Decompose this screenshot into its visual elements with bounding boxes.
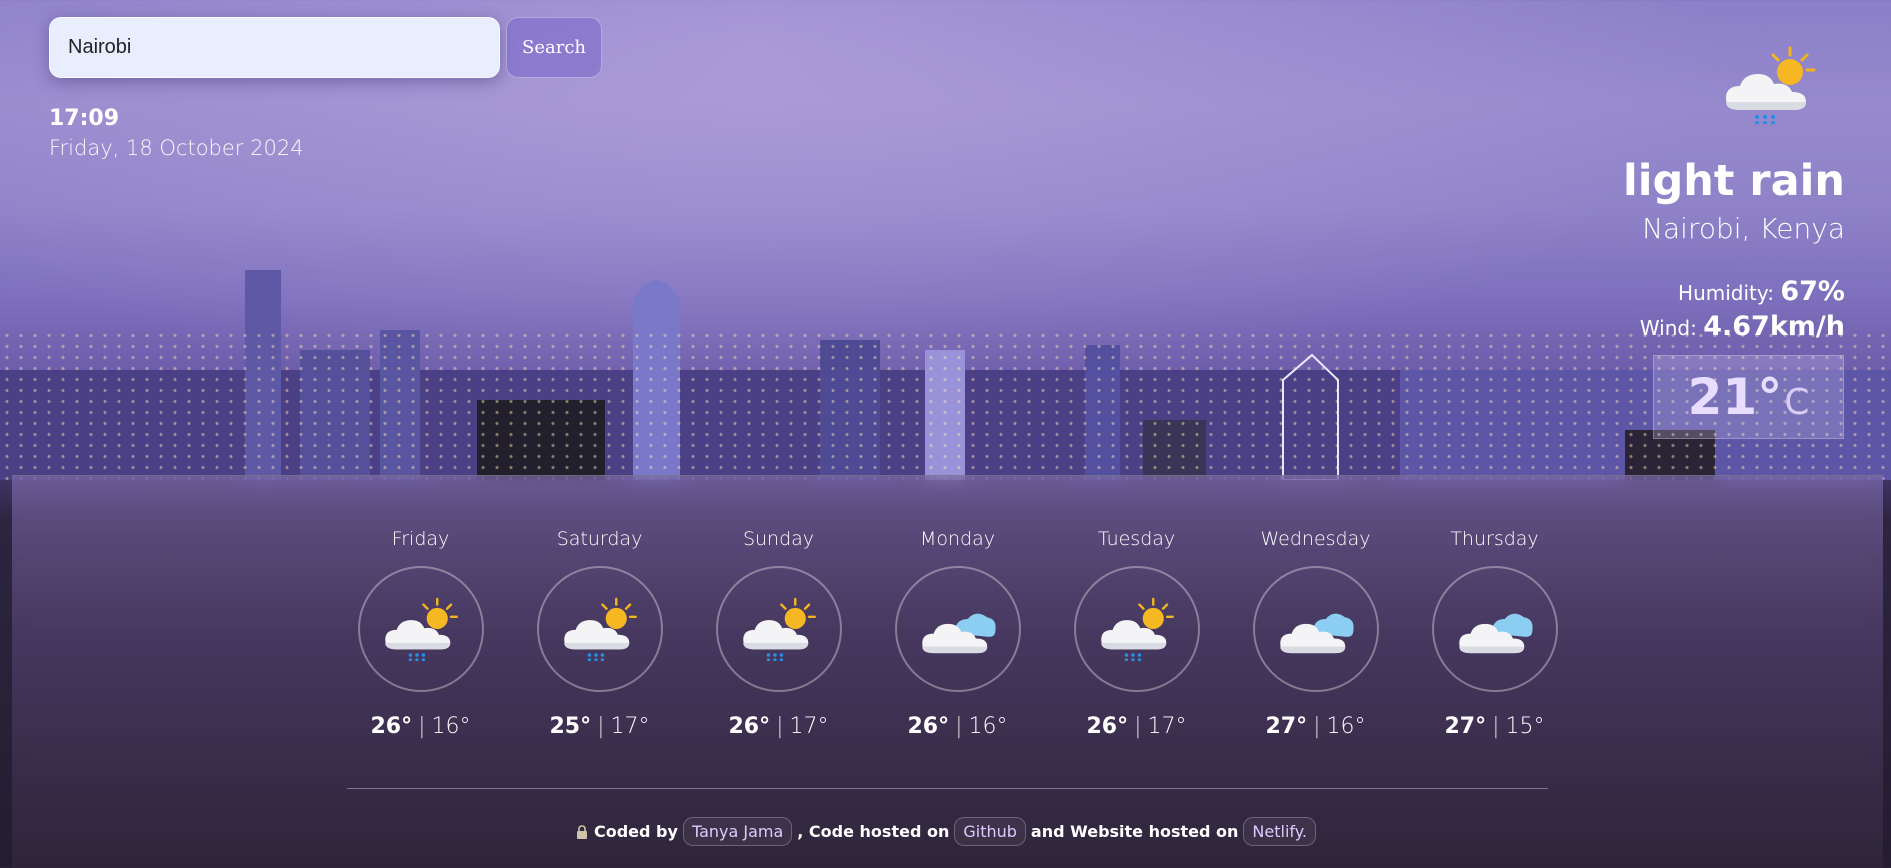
- wind-readout: Wind: 4.67km/h: [1640, 311, 1845, 342]
- light-rain-icon: [1726, 46, 1816, 124]
- light-rain-icon: [357, 566, 484, 692]
- current-time: 17:09: [49, 106, 120, 131]
- forecast-high: 26°: [907, 714, 950, 739]
- forecast-separator: |: [1134, 714, 1142, 739]
- forecast-separator: |: [1492, 714, 1500, 739]
- forecast-separator: |: [597, 714, 605, 739]
- forecast-high: 26°: [728, 714, 771, 739]
- humidity-label: Humidity:: [1678, 281, 1774, 305]
- forecast-separator: |: [1313, 714, 1321, 739]
- forecast-list: Friday 26° | 16° Saturday 25° | 17° Sunday 26° | 17…: [331, 528, 1584, 739]
- city-search-input[interactable]: [49, 17, 500, 78]
- author-link[interactable]: Tanya Jama: [682, 817, 793, 846]
- coded-by-text: Coded by: [593, 822, 678, 841]
- forecast-high: 27°: [1444, 714, 1487, 739]
- forecast-day-name: Tuesday: [1097, 528, 1176, 550]
- code-hosted-text: , Code hosted on: [797, 822, 950, 841]
- search-button[interactable]: Search: [506, 17, 602, 78]
- forecast-day: Wednesday 27° | 16°: [1226, 528, 1405, 739]
- forecast-day: Friday 26° | 16°: [331, 528, 510, 739]
- forecast-day: Thursday 27° | 15°: [1405, 528, 1584, 739]
- city-lights-background: [0, 330, 1891, 480]
- humidity-value: 67%: [1780, 276, 1845, 307]
- search-bar: Search: [49, 17, 602, 78]
- forecast-separator: |: [776, 714, 784, 739]
- forecast-high: 27°: [1265, 714, 1308, 739]
- forecast-high: 25°: [549, 714, 592, 739]
- forecast-day-name: Saturday: [556, 528, 643, 550]
- forecast-temperatures: 26° | 16°: [907, 714, 1007, 739]
- forecast-low: 17°: [1147, 714, 1187, 739]
- location-name: Nairobi, Kenya: [1642, 212, 1845, 245]
- forecast-high: 26°: [370, 714, 413, 739]
- forecast-separator: |: [418, 714, 426, 739]
- light-rain-icon: [536, 566, 663, 692]
- forecast-low: 17°: [610, 714, 650, 739]
- forecast-high: 26°: [1086, 714, 1129, 739]
- temperature-unit: C: [1784, 381, 1810, 423]
- forecast-low: 16°: [968, 714, 1008, 739]
- forecast-temperatures: 26° | 17°: [728, 714, 828, 739]
- humidity-readout: Humidity: 67%: [1678, 276, 1845, 307]
- forecast-day-name: Sunday: [742, 528, 815, 550]
- website-hosted-text: and Website hosted on: [1030, 822, 1239, 841]
- forecast-low: 16°: [431, 714, 471, 739]
- cloud-icon: [1252, 566, 1379, 692]
- lock-icon: [576, 824, 587, 839]
- forecast-day-name: Monday: [919, 528, 995, 550]
- forecast-low: 15°: [1505, 714, 1545, 739]
- forecast-day-name: Friday: [391, 528, 450, 550]
- forecast-temperatures: 26° | 16°: [370, 714, 470, 739]
- forecast-separator: |: [955, 714, 963, 739]
- wind-value: 4.67km/h: [1703, 311, 1845, 342]
- light-rain-icon: [1073, 566, 1200, 692]
- footer-divider: [347, 788, 1548, 789]
- cloud-icon: [894, 566, 1021, 692]
- forecast-day: Tuesday 26° | 17°: [1047, 528, 1226, 739]
- wind-label: Wind:: [1639, 316, 1697, 340]
- forecast-low: 16°: [1326, 714, 1366, 739]
- forecast-day-name: Thursday: [1450, 528, 1539, 550]
- forecast-day: Saturday 25° | 17°: [510, 528, 689, 739]
- forecast-day: Monday 26° | 16°: [868, 528, 1047, 739]
- forecast-day-name: Wednesday: [1260, 528, 1371, 550]
- forecast-temperatures: 27° | 16°: [1265, 714, 1365, 739]
- forecast-low: 17°: [789, 714, 829, 739]
- forecast-day: Sunday 26° | 17°: [689, 528, 868, 739]
- weather-condition: light rain: [1623, 156, 1845, 206]
- current-date: Friday, 18 October 2024: [49, 136, 304, 160]
- footer: Coded by Tanya Jama , Code hosted on Git…: [0, 817, 1891, 846]
- forecast-temperatures: 26° | 17°: [1086, 714, 1186, 739]
- light-rain-icon: [715, 566, 842, 692]
- temperature-value: 21°: [1687, 368, 1783, 426]
- netlify-link[interactable]: Netlify.: [1243, 817, 1317, 846]
- cloud-icon: [1431, 566, 1558, 692]
- github-link[interactable]: Github: [954, 817, 1026, 846]
- forecast-temperatures: 25° | 17°: [549, 714, 649, 739]
- forecast-temperatures: 27° | 15°: [1444, 714, 1544, 739]
- current-temperature: 21° C: [1653, 355, 1844, 439]
